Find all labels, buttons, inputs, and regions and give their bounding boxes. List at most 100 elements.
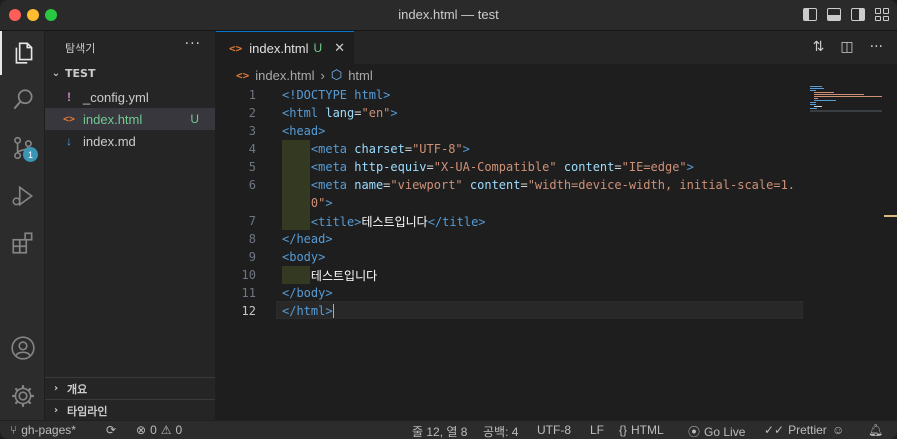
outline-section[interactable]: › 개요 — [45, 377, 215, 399]
file-item-index-md[interactable]: ↓ index.md — [45, 130, 215, 152]
breadcrumb: <> index.html › ⬡ html — [216, 64, 897, 86]
tab-status: U — [313, 41, 323, 55]
account-icon — [10, 336, 35, 360]
customize-layout-icon[interactable] — [875, 8, 889, 21]
toggle-primary-sidebar-icon[interactable] — [803, 8, 817, 21]
overview-ruler-marker — [884, 215, 897, 217]
untracked-status: U — [190, 112, 199, 126]
more-actions-icon[interactable]: ··· — [870, 39, 883, 55]
code-line: 3 <head> — [248, 124, 326, 138]
more-actions-icon[interactable]: ··· — [185, 36, 201, 52]
chevron-down-icon: ⌄ — [51, 68, 61, 79]
code-line: 2 <html lang="en"> — [248, 106, 398, 120]
editor-actions: ⇅ ◫ ··· — [813, 39, 883, 55]
run-debug-icon — [11, 185, 33, 207]
extensions-activity[interactable] — [0, 221, 45, 265]
layout-controls — [803, 8, 889, 21]
explorer-activity[interactable] — [0, 31, 45, 75]
file-item-config[interactable]: ! _config.yml — [45, 86, 215, 108]
html-file-icon: <> — [229, 41, 243, 55]
window-title: index.html — test — [398, 7, 499, 22]
yaml-file-icon: ! — [67, 90, 71, 104]
text-cursor — [332, 304, 334, 319]
code-text: <meta charset="UTF-8"> — [310, 142, 470, 156]
breadcrumb-file[interactable]: index.html — [255, 68, 314, 83]
code-text: <meta http-equiv="X-UA-Compatible" conte… — [310, 160, 694, 174]
error-icon: ⊗ — [136, 423, 147, 437]
tab-index-html[interactable]: <> index.html U ✕ — [216, 31, 354, 64]
open-changes-icon[interactable]: ⇅ — [813, 39, 825, 55]
code-line: 6 <meta name="viewport" content="width=d… — [248, 178, 796, 192]
split-editor-icon[interactable]: ◫ — [840, 39, 853, 55]
code-text: <html lang="en"> — [282, 106, 398, 120]
code-text: </html> — [282, 303, 334, 319]
branch-status[interactable]: ⑂ gh-pages* — [10, 423, 76, 437]
chevron-right-icon: › — [320, 67, 325, 83]
timeline-section[interactable]: › 타임라인 — [45, 399, 215, 421]
cursor-position[interactable]: 줄 12, 열 8 — [412, 423, 467, 439]
code-text: <head> — [282, 124, 326, 138]
code-line: 11 </body> — [241, 286, 333, 300]
braces-icon: {} — [619, 423, 628, 437]
feedback-button[interactable]: ☺ — [832, 423, 844, 437]
tab-label: index.html — [249, 40, 309, 56]
code-line-current: 12 </html> — [241, 303, 334, 319]
code-editor[interactable]: 1 <!DOCTYPE html> 2 <html lang="en"> 3 <… — [216, 86, 897, 420]
language-mode[interactable]: {} HTML — [619, 423, 664, 437]
go-live-button[interactable]: ⦿ Go Live — [688, 423, 745, 439]
code-line: 10 테스트입니다 — [241, 268, 378, 283]
explorer-title: 탐색기 — [65, 42, 96, 55]
git-branch-icon: ⑂ — [10, 423, 18, 437]
code-text: <title>테스트입니다</title> — [310, 214, 486, 229]
scm-badge: 1 — [23, 147, 38, 162]
activity-bar: 1 — [0, 31, 45, 420]
run-debug-activity[interactable] — [0, 174, 45, 218]
encoding-status[interactable]: UTF-8 — [537, 423, 571, 437]
code-line: 7 <title>테스트입니다</title> — [248, 214, 486, 229]
code-text: <body> — [282, 250, 326, 264]
title-bar: index.html — test — [0, 0, 897, 31]
code-line: 4 <meta charset="UTF-8"> — [248, 142, 470, 156]
prettier-status[interactable]: ✓✓ Prettier — [764, 423, 827, 437]
problems-status[interactable]: ⊗ 0 ⚠ 0 — [136, 423, 182, 437]
code-text: </head> — [282, 232, 333, 246]
bell-icon: 🔔︎ — [868, 423, 884, 437]
breadcrumb-symbol[interactable]: html — [348, 68, 373, 83]
code-line: 1 <!DOCTYPE html> — [248, 88, 391, 102]
chevron-right-icon: › — [53, 405, 59, 416]
editor-tabs: <> index.html U ✕ ⇅ ◫ ··· — [216, 31, 897, 64]
sync-status[interactable]: ⟳ — [106, 423, 116, 437]
manage-activity[interactable] — [0, 374, 45, 418]
code-text: <meta name="viewport" content="width=dev… — [310, 178, 796, 192]
eol-status[interactable]: LF — [590, 423, 604, 437]
sync-icon: ⟳ — [106, 423, 117, 437]
search-activity[interactable] — [0, 78, 45, 122]
toggle-secondary-sidebar-icon[interactable] — [851, 8, 865, 21]
minimap[interactable] — [810, 86, 882, 116]
code-text: 테스트입니다 — [310, 268, 378, 283]
double-check-icon: ✓✓ — [764, 423, 785, 437]
timeline-label: 타임라인 — [67, 404, 108, 418]
accounts-activity[interactable] — [0, 326, 45, 370]
symbol-element-icon: ⬡ — [330, 67, 343, 82]
html-file-icon: <> — [236, 68, 250, 82]
extensions-icon — [11, 232, 32, 254]
status-bar: ⑂ gh-pages* ⟳ ⊗ 0 ⚠ 0 줄 12, 열 8 공백: 4 UT… — [0, 420, 897, 439]
feedback-icon: ☺ — [832, 423, 845, 437]
html-file-icon: <> — [62, 113, 76, 125]
explorer-sidebar: 탐색기 ··· ⌄ TEST ! _config.yml <> index.ht… — [45, 31, 216, 420]
file-item-index-html[interactable]: <> index.html U — [45, 108, 215, 130]
outline-label: 개요 — [67, 382, 88, 396]
indentation-status[interactable]: 공백: 4 — [483, 423, 518, 439]
file-name: _config.yml — [83, 89, 149, 105]
toggle-panel-icon[interactable] — [827, 8, 841, 21]
source-control-activity[interactable]: 1 — [0, 126, 45, 170]
code-text: <!DOCTYPE html> — [282, 88, 391, 102]
code-line: 5 <meta http-equiv="X-UA-Compatible" con… — [248, 160, 694, 174]
search-icon — [13, 89, 33, 110]
workspace-section[interactable]: ⌄ TEST — [51, 67, 96, 80]
file-name: index.html — [83, 111, 143, 127]
broadcast-icon: ⦿ — [688, 425, 701, 439]
notifications-button[interactable]: 🔔︎ — [868, 423, 883, 437]
close-icon[interactable]: ✕ — [334, 40, 345, 56]
